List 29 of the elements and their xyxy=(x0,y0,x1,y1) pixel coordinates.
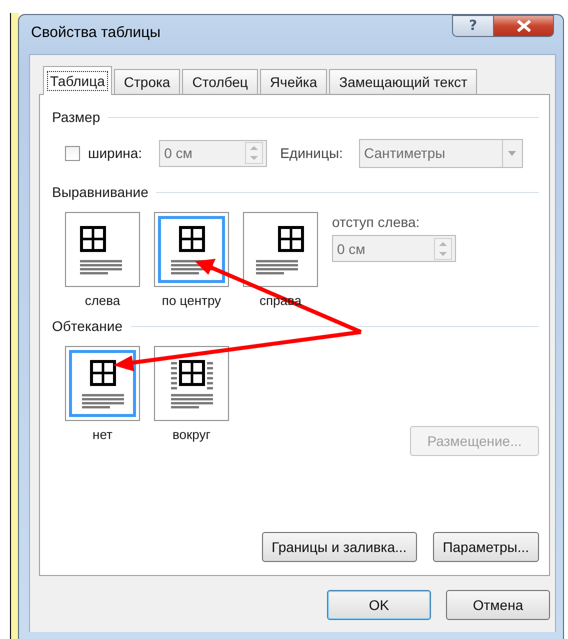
alignment-label[interactable]: слева xyxy=(84,293,120,308)
tab[interactable]: Ячейка xyxy=(260,69,328,94)
group-title: Обтекание xyxy=(52,318,123,334)
indent-label: отступ слева: xyxy=(332,214,421,230)
alignment-option[interactable] xyxy=(154,212,229,287)
checkbox[interactable] xyxy=(65,146,80,160)
tab[interactable]: Столбец xyxy=(182,69,258,94)
alignment-option[interactable] xyxy=(243,212,318,287)
window-title: Свойства таблицы xyxy=(31,24,160,41)
ok-button[interactable]: OK xyxy=(327,590,431,620)
wrapping-label[interactable]: нет xyxy=(92,427,112,442)
help-button[interactable]: ? xyxy=(452,15,494,37)
checkbox-label[interactable]: ширина: xyxy=(88,145,142,161)
alignment-option[interactable] xyxy=(65,212,140,287)
group-title: Размер xyxy=(52,109,100,125)
dialog-button[interactable]: Параметры... xyxy=(432,532,539,562)
cancel-button[interactable]: Отмена xyxy=(446,590,550,620)
units-label: Единицы: xyxy=(280,145,343,161)
wrapping-option[interactable] xyxy=(154,346,229,421)
wrapping-option[interactable] xyxy=(65,346,140,421)
tab[interactable]: Строка xyxy=(114,69,180,94)
alignment-label[interactable]: по центру xyxy=(162,293,222,308)
tab[interactable]: Таблица xyxy=(43,66,112,95)
close-icon xyxy=(516,20,530,32)
tab[interactable]: Замещающий текст xyxy=(329,69,478,94)
group-title: Выравнивание xyxy=(52,184,148,200)
dialog-button[interactable]: Границы и заливка... xyxy=(262,532,417,562)
close-button[interactable] xyxy=(494,15,554,37)
wrapping-label[interactable]: вокруг xyxy=(172,427,210,442)
